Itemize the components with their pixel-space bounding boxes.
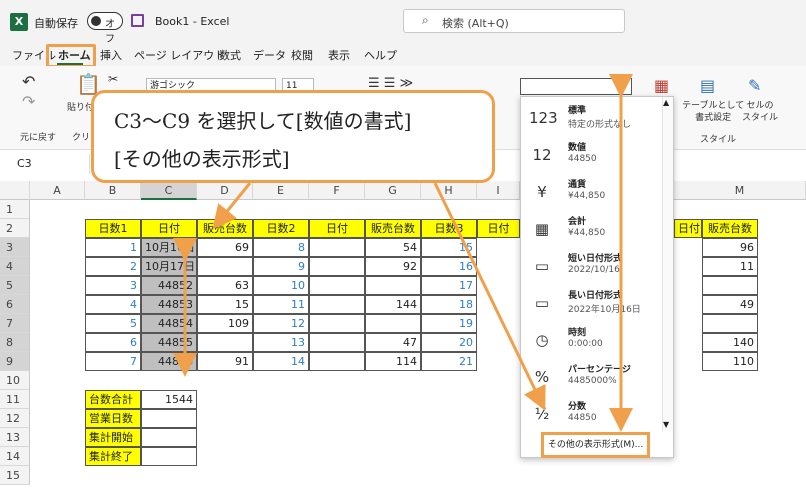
annotation-arrows (173, 74, 633, 432)
arrow-to-dropdown (433, 182, 546, 411)
arrow-to-d2 (212, 182, 252, 230)
